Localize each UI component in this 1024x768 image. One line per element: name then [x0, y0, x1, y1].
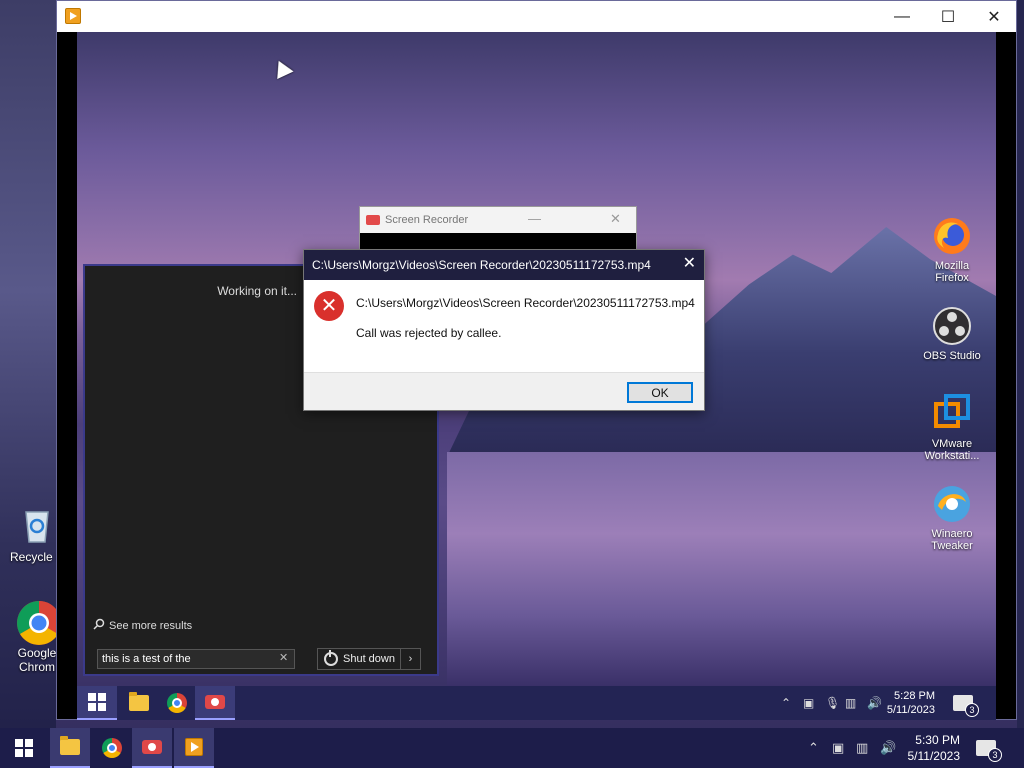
close-button[interactable]: ✕ — [610, 211, 621, 227]
close-button[interactable]: ✕ — [971, 1, 1017, 32]
dialog-message: Call was rejected by callee. — [356, 326, 502, 340]
chevron-right-icon[interactable]: › — [400, 649, 420, 669]
ok-button[interactable]: OK — [627, 382, 693, 403]
desktop-icon-label: OBS Studio — [923, 350, 981, 362]
taskbar-vm-player[interactable] — [174, 728, 214, 768]
camera-icon — [205, 695, 225, 709]
taskbar-screen-recorder[interactable] — [195, 686, 235, 720]
taskbar-chrome[interactable] — [92, 728, 132, 768]
dialog-titlebar[interactable]: C:\Users\Morgz\Videos\Screen Recorder\20… — [304, 250, 704, 280]
shut-down-button[interactable]: Shut down › — [317, 648, 421, 670]
search-icon — [93, 618, 105, 633]
desktop-icon-label: VMware Workstati... — [924, 438, 980, 462]
inner-desktop: Mozilla Firefox OBS Studio VMware Workst… — [77, 32, 996, 686]
camera-icon — [142, 740, 162, 754]
taskbar-file-explorer[interactable] — [50, 728, 90, 768]
desktop-icon-label: Mozilla Firefox — [934, 260, 970, 284]
see-more-results-link[interactable]: See more results — [93, 618, 192, 633]
outer-date: 5/11/2023 — [907, 749, 961, 763]
inner-clock[interactable]: 5:28 PM 5/11/2023 — [877, 689, 935, 717]
search-input[interactable] — [97, 649, 295, 669]
meet-now-icon[interactable]: ▣ — [832, 740, 844, 756]
notifications-button[interactable]: 3 — [943, 686, 983, 720]
dialog-file-path: C:\Users\Morgz\Videos\Screen Recorder\20… — [356, 296, 695, 310]
player-icon — [185, 738, 203, 756]
folder-icon — [129, 692, 149, 711]
desktop-icon-firefox[interactable]: Mozilla Firefox — [920, 216, 984, 284]
chrome-icon — [102, 738, 122, 758]
outer-desktop-wallpaper-right — [1017, 0, 1024, 728]
network-icon[interactable]: ▥ — [856, 740, 868, 756]
shut-down-label: Shut down — [343, 653, 395, 665]
maximize-button[interactable]: ☐ — [925, 1, 971, 32]
chevron-up-icon[interactable]: ⌃ — [781, 696, 791, 710]
taskbar-chrome[interactable] — [157, 686, 197, 720]
desktop-icon-vmware[interactable]: VMware Workstati... — [920, 394, 984, 462]
chevron-up-icon[interactable]: ⌃ — [808, 740, 819, 756]
see-more-label: See more results — [109, 619, 193, 632]
start-button[interactable] — [77, 686, 117, 720]
desktop-icon-winaero-tweaker[interactable]: Winaero Tweaker — [920, 484, 984, 552]
volume-icon[interactable]: 🔊 — [880, 740, 896, 756]
vm-titlebar[interactable]: — ☐ ✕ — [57, 1, 1016, 32]
windows-icon — [15, 739, 33, 757]
app-icon — [65, 8, 81, 24]
notification-icon: 3 — [953, 695, 979, 717]
mouse-cursor — [270, 56, 294, 80]
taskbar-screen-recorder[interactable] — [132, 728, 172, 768]
microphone-icon[interactable]: 🎙 — [825, 696, 840, 710]
error-dialog: C:\Users\Morgz\Videos\Screen Recorder\20… — [303, 249, 705, 411]
notifications-button[interactable]: 3 — [966, 728, 1006, 768]
chrome-icon — [16, 600, 61, 645]
notification-badge: 3 — [988, 748, 1002, 762]
dialog-title: C:\Users\Morgz\Videos\Screen Recorder\20… — [312, 258, 651, 272]
wallpaper-lake — [447, 452, 996, 686]
outer-time: 5:30 PM — [915, 733, 960, 747]
vmware-icon — [932, 394, 972, 434]
notification-badge: 3 — [965, 703, 979, 717]
start-button[interactable] — [4, 728, 44, 768]
obs-icon — [932, 306, 972, 346]
dialog-body: ✕ C:\Users\Morgz\Videos\Screen Recorder\… — [304, 280, 704, 372]
dialog-footer: OK — [304, 372, 704, 410]
screen-recorder-titlebar[interactable]: Screen Recorder — [360, 207, 636, 233]
taskbar-file-explorer[interactable] — [119, 686, 159, 720]
dialog-close-button[interactable]: ✕ — [683, 256, 696, 272]
minimize-button[interactable]: — — [528, 211, 541, 226]
firefox-icon — [932, 216, 972, 256]
camera-icon — [366, 215, 380, 225]
outer-taskbar: ⌃ ▣ ▥ 🔊 5:30 PM 5/11/2023 3 — [0, 728, 1024, 768]
inner-taskbar: ⌃ ▣ 🎙 ▥ 🔊 5:28 PM 5/11/2023 3 — [77, 686, 996, 720]
chrome-icon — [167, 693, 187, 713]
network-icon[interactable]: ▥ — [845, 696, 856, 710]
screen-recorder-title: Screen Recorder — [385, 214, 469, 226]
outer-clock[interactable]: 5:30 PM 5/11/2023 — [898, 732, 961, 764]
winaero-tweaker-icon — [932, 484, 972, 524]
inner-date: 5/11/2023 — [886, 704, 935, 716]
error-icon: ✕ — [314, 291, 344, 321]
recycle-bin-icon — [16, 504, 58, 546]
clear-search-icon[interactable]: ✕ — [279, 651, 288, 664]
inner-time: 5:28 PM — [894, 690, 935, 702]
desktop-icon-obs-studio[interactable]: OBS Studio — [920, 306, 984, 362]
windows-icon — [88, 693, 106, 711]
notification-icon: 3 — [976, 740, 1002, 762]
minimize-button[interactable]: — — [879, 1, 925, 32]
working-status: Working on it... — [217, 284, 297, 298]
power-icon — [324, 650, 338, 666]
vm-window: — ☐ ✕ Mozilla Firefox OBS Studio VMware … — [56, 0, 1017, 720]
folder-icon — [60, 736, 80, 755]
desktop-icon-label: Winaero Tweaker — [931, 528, 973, 552]
meet-now-icon[interactable]: ▣ — [803, 696, 814, 710]
